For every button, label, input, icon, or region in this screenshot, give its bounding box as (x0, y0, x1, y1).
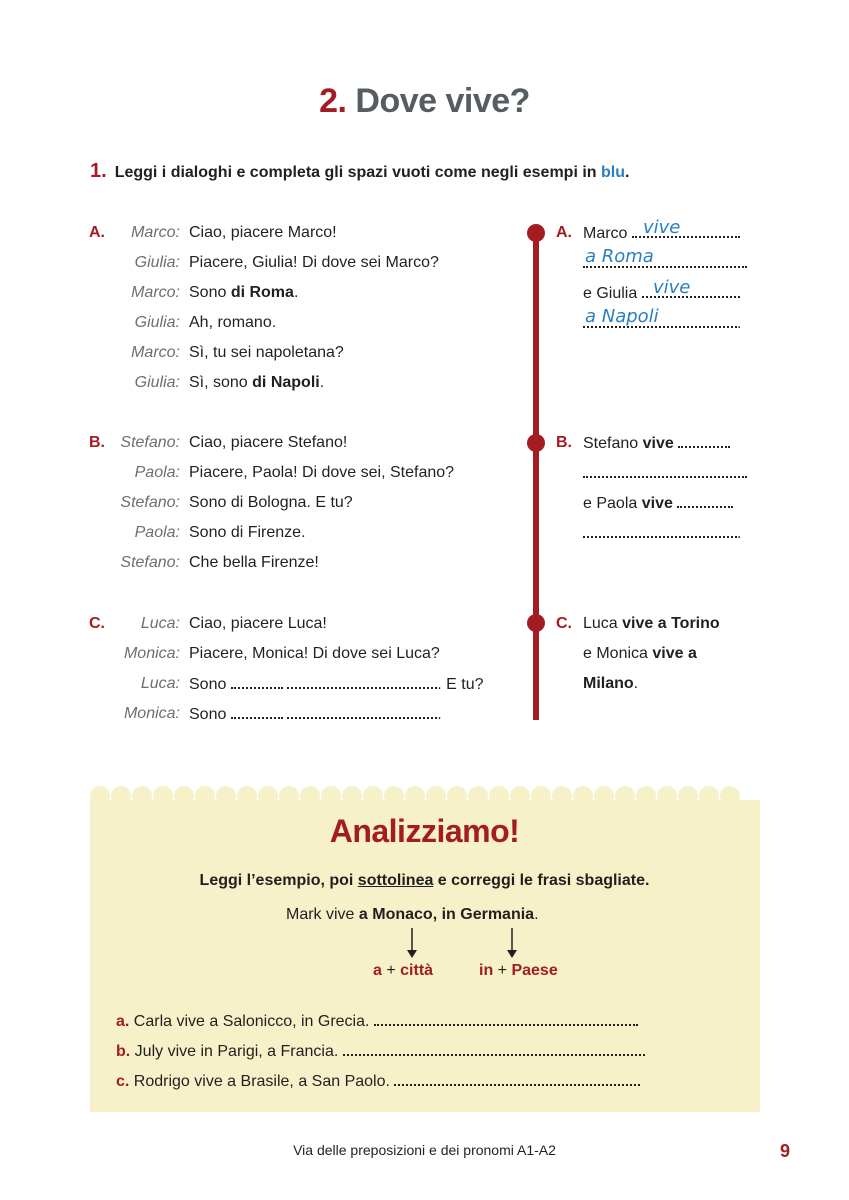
answer-line: e Paola vive (583, 494, 734, 513)
dialogue-line: Che bella Firenze! (189, 554, 319, 571)
dialogue-speaker: Paola: (134, 524, 180, 541)
dialogue-speaker: Marco: (131, 224, 180, 241)
dialogue-line: Sono . (189, 705, 442, 723)
timeline-bar (533, 230, 539, 720)
blank[interactable] (677, 494, 734, 508)
exercise-instruction: 1. Leggi i dialoghi e completa gli spazi … (90, 160, 630, 182)
exercise-number: 1. (90, 160, 107, 182)
handwritten-answer: a Roma (585, 246, 654, 267)
blank[interactable] (583, 524, 737, 538)
blank-long[interactable] (287, 705, 438, 719)
dialogue-line: Sono . E tu? (189, 675, 484, 693)
dialogue-speaker: Luca: (140, 615, 180, 632)
answer-blank[interactable] (394, 1072, 641, 1086)
blank-long[interactable] (287, 675, 438, 689)
dialogue-speaker: Paola: (134, 464, 180, 481)
answer-b-label: B. (556, 434, 572, 451)
dialogue-line: Sì, tu sei napoletana? (189, 344, 344, 361)
dialogue-line: Ciao, piacere Marco! (189, 224, 337, 241)
answer-line: Milano. (583, 675, 639, 692)
exercise-item: c. Rodrigo vive a Brasile, a San Paolo. (116, 1072, 641, 1091)
title-number: 2. (319, 82, 347, 120)
dialogue-speaker: Stefano: (120, 494, 180, 511)
analysis-example: Mark vive a Monaco, in Germania. (286, 906, 539, 923)
dialogue-line: Sono di Firenze. (189, 524, 306, 541)
dialogue-line: Sono di Bologna. E tu? (189, 494, 353, 511)
answer-line (583, 464, 747, 483)
rule-country: in + Paese (479, 962, 558, 979)
handwritten-answer: a Napoli (585, 306, 659, 327)
dialogue-speaker: Monica: (123, 705, 180, 722)
dialogue-speaker: Monica: (123, 645, 180, 662)
dialogue-line: Ciao, piacere Luca! (189, 615, 327, 632)
answer-line: Luca vive a Torino (583, 615, 720, 632)
dialogue-speaker: Luca: (140, 675, 180, 692)
dialogue-speaker: Giulia: (134, 374, 180, 391)
dialogue-speaker: Giulia: (134, 314, 180, 331)
dialogue-line: Piacere, Monica! Di dove sei Luca? (189, 645, 440, 662)
answer-blank[interactable] (342, 1042, 645, 1056)
exercise-item: b. July vive in Parigi, a Francia. (116, 1042, 645, 1061)
analysis-title: Analizziamo! (329, 813, 520, 849)
title-text: Dove vive? (355, 82, 530, 120)
dialogue-line: Piacere, Paola! Di dove sei, Stefano? (189, 464, 455, 481)
blank-short[interactable] (230, 705, 283, 719)
page-title: 2. Dove vive? (0, 82, 849, 121)
dialogue-line: Ah, romano. (189, 314, 277, 331)
answer-a-label: A. (556, 224, 572, 241)
blank-short[interactable] (230, 675, 283, 689)
analysis-instruction: Leggi l’esempio, poi sottolinea e correg… (199, 872, 650, 889)
timeline-dot (527, 434, 545, 452)
dialogue-line: Piacere, Giulia! Di dove sei Marco? (189, 254, 439, 271)
arrow-down-icon (407, 928, 417, 958)
answer-c-label: C. (556, 615, 572, 632)
dialogue-speaker: Giulia: (134, 254, 180, 271)
exercise-item: a. Carla vive a Salonicco, in Grecia. (116, 1012, 638, 1031)
blank[interactable] (583, 464, 747, 478)
dialogue-speaker: Stefano: (120, 554, 180, 571)
answer-blank[interactable] (373, 1012, 638, 1026)
answer-line: . (583, 524, 741, 543)
dialogue-line: Ciao, piacere Stefano! (189, 434, 348, 451)
dialogue-line: Sì, sono di Napoli. (189, 374, 325, 391)
timeline-dot (527, 224, 545, 242)
instruction-text: Leggi i dialoghi e completa gli spazi vu… (114, 164, 601, 181)
dialogue-speaker: Marco: (131, 344, 180, 361)
dialogue-line: Sono di Roma. (189, 284, 299, 301)
page-number: 9 (780, 1141, 791, 1161)
rule-city: a + città (373, 962, 434, 979)
answer-line: Stefano vive (583, 434, 731, 453)
handwritten-answer: vive (653, 277, 691, 298)
handwritten-answer: vive (643, 217, 681, 238)
blank[interactable] (678, 434, 731, 448)
answer-line: e Monica vive a (583, 645, 697, 662)
instruction-blue-word: blu (601, 164, 625, 181)
dialogue-speaker: Marco: (131, 284, 180, 301)
footer-text: Via delle preposizioni e dei pronomi A1-… (293, 1142, 556, 1158)
arrows (407, 928, 517, 958)
timeline-dot (527, 614, 545, 632)
arrow-down-icon (507, 928, 517, 958)
dialogue-speaker: Stefano: (120, 434, 180, 451)
